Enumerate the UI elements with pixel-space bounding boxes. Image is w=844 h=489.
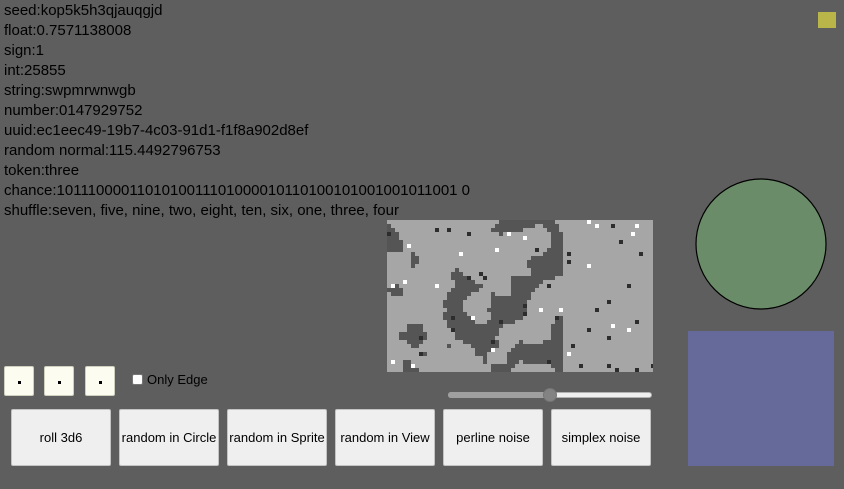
slider-thumb[interactable] xyxy=(543,388,557,402)
noise-texture xyxy=(387,220,653,372)
random-in-view-button[interactable]: random in View xyxy=(335,409,435,466)
mini-button-2[interactable] xyxy=(44,366,74,396)
uuid-line: uuid:ec1eec49-19b7-4c03-91d1-f1f8a902d8e… xyxy=(4,122,309,139)
float-line: float:0.7571138008 xyxy=(4,22,132,39)
perline-noise-button[interactable]: perline noise xyxy=(443,409,543,466)
chance-line: chance:101110000110101001110100001011010… xyxy=(4,182,471,199)
random-normal-line: random normal:115.4492796753 xyxy=(4,142,221,159)
slider-fill xyxy=(448,392,550,398)
noise-slider[interactable] xyxy=(448,387,652,403)
green-circle-shape xyxy=(695,178,827,310)
simplex-noise-button[interactable]: simplex noise xyxy=(551,409,651,466)
blue-rectangle xyxy=(688,331,834,466)
roll-3d6-button[interactable]: roll 3d6 xyxy=(11,409,111,466)
corner-square xyxy=(818,12,836,28)
only-edge-checkbox[interactable] xyxy=(132,373,143,385)
mini-button-3[interactable] xyxy=(85,366,115,396)
mini-button-1[interactable] xyxy=(4,366,34,396)
number-line: number:0147929752 xyxy=(4,102,143,119)
sign-line: sign:1 xyxy=(4,42,45,59)
noise-canvas xyxy=(387,220,653,372)
random-in-sprite-button[interactable]: random in Sprite xyxy=(227,409,327,466)
string-line: string:swpmrwnwgb xyxy=(4,82,136,99)
int-line: int:25855 xyxy=(4,62,66,79)
dot-icon xyxy=(18,381,21,384)
only-edge-label: Only Edge xyxy=(147,371,208,387)
token-line: token:three xyxy=(4,162,80,179)
dot-icon xyxy=(99,381,102,384)
green-circle xyxy=(695,178,827,310)
only-edge-toggle[interactable]: Only Edge xyxy=(132,370,208,388)
seed-line: seed:kop5k5h3qjauqgjd xyxy=(4,2,163,19)
info-list: seed:kop5k5h3qjauqgjd float:0.7571138008… xyxy=(4,1,470,221)
random-in-circle-button[interactable]: random in Circle xyxy=(119,409,219,466)
dot-icon xyxy=(58,381,61,384)
shuffle-line: shuffle:seven, five, nine, two, eight, t… xyxy=(4,202,399,219)
